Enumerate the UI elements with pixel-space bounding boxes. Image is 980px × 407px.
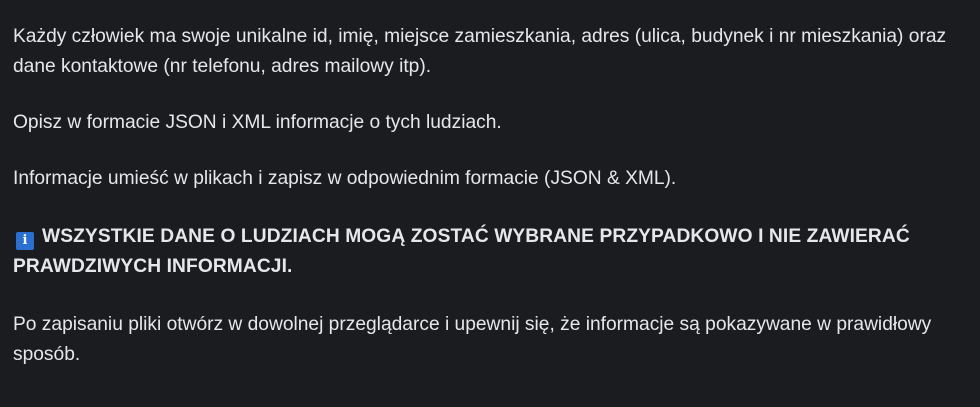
paragraph-person-attributes: Każdy człowiek ma swoje unikalne id, imi… <box>13 26 947 77</box>
task-description: Każdy człowiek ma swoje unikalne id, imi… <box>13 22 968 370</box>
warning-paragraph: i WSZYSTKIE DANE O LUDZIACH MOGĄ ZOSTAĆ W… <box>13 222 968 282</box>
paragraph-describe-json-xml: Opisz w formacie JSON i XML informacje o… <box>13 112 502 133</box>
info-icon: i <box>16 232 34 250</box>
warning-text: WSZYSTKIE DANE O LUDZIACH MOGĄ ZOSTAĆ WY… <box>13 226 910 277</box>
paragraph-save-files: Informacje umieść w plikach i zapisz w o… <box>13 168 677 189</box>
paragraph-open-in-browser: Po zapisaniu pliki otwórz w dowolnej prz… <box>13 314 932 365</box>
